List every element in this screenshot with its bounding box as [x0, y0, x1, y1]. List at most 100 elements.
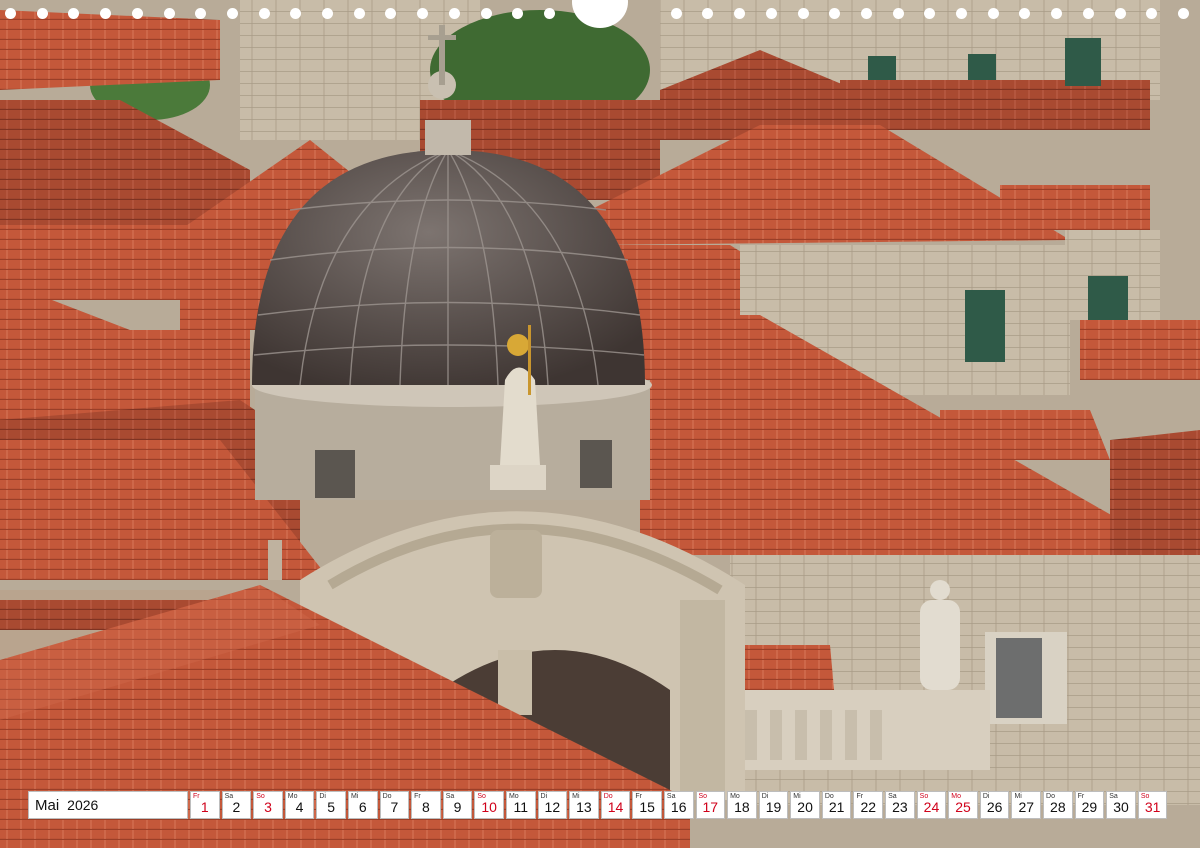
day-number: 6: [358, 799, 367, 815]
day-number: 10: [481, 799, 497, 815]
day-cell: Mi 27: [1011, 791, 1042, 819]
day-number: 4: [295, 799, 304, 815]
day-cell: So 17: [695, 791, 726, 819]
day-cell: Mi 6: [347, 791, 378, 819]
day-cell: Mo 11: [505, 791, 536, 819]
day-number: 20: [797, 799, 813, 815]
day-cell: Di 12: [537, 791, 568, 819]
day-number: 21: [828, 799, 845, 815]
day-list: Fr 1 Sa 2 So 3 Mo 4 Di 5 Mi 6 Do 7 Fr 8 Sa 9 So 10 Mo 11 Di 12 M…: [190, 791, 1169, 819]
day-number: 17: [702, 799, 719, 815]
binding-hole: [163, 8, 175, 19]
hanger-hole: [572, 0, 628, 28]
binding-hole: [765, 8, 777, 19]
binding-hole: [1082, 8, 1094, 19]
day-number: 8: [422, 799, 430, 815]
day-cell: So 3: [253, 791, 283, 819]
binding-hole: [734, 8, 746, 19]
binding-hole: [987, 8, 999, 19]
day-cell: Mi 13: [569, 791, 599, 819]
day-cell: Fr 8: [411, 791, 441, 819]
day-cell: Fr 1: [190, 791, 220, 819]
binding-hole: [480, 8, 492, 19]
binding-hole: [417, 8, 429, 19]
binding-hole: [512, 8, 524, 19]
day-cell: Do 21: [821, 791, 852, 819]
day-number: 31: [1144, 799, 1161, 815]
day-number: 2: [232, 799, 241, 815]
binding-hole: [1114, 8, 1126, 19]
day-number: 9: [453, 799, 462, 815]
day-number: 27: [1018, 799, 1035, 815]
binding-hole: [1019, 8, 1031, 19]
day-cell: Mo 18: [727, 791, 757, 819]
day-cell: So 24: [916, 791, 947, 819]
day-cell: Sa 16: [663, 791, 694, 819]
day-number: 29: [1081, 799, 1098, 815]
binding-hole: [448, 8, 460, 19]
day-cell: Sa 30: [1106, 791, 1136, 819]
calendar-strip: Mai 2026 Fr 1 Sa 2 So 3 Mo 4 Di 5 Mi 6 Do 7 Fr 8 Sa 9 So 10…: [28, 791, 1172, 819]
binding-hole: [385, 8, 397, 19]
binding-hole: [5, 8, 16, 19]
day-number: 11: [513, 799, 528, 815]
day-number: 18: [734, 799, 750, 815]
day-number: 25: [955, 799, 971, 815]
day-number: 13: [576, 799, 592, 815]
day-cell: Do 7: [379, 791, 410, 819]
binding-hole: [860, 8, 872, 19]
binding-hole: [543, 8, 555, 19]
binding-hole: [1051, 8, 1063, 19]
wire-binding: [0, 0, 1200, 30]
day-cell: So 10: [474, 791, 504, 819]
binding-hole: [797, 8, 809, 19]
day-cell: Fr 22: [853, 791, 884, 819]
day-number: 12: [544, 799, 561, 815]
binding-hole: [924, 8, 936, 19]
day-number: 3: [264, 799, 272, 815]
binding-hole: [702, 8, 714, 19]
month-name: Mai: [35, 796, 60, 814]
day-cell: Fr 15: [632, 791, 662, 819]
day-number: 24: [923, 799, 940, 815]
day-cell: Mo 4: [284, 791, 315, 819]
day-number: 28: [1050, 799, 1066, 815]
binding-hole: [322, 8, 333, 19]
day-cell: Di 26: [979, 791, 1010, 819]
day-cell: Do 14: [600, 791, 631, 819]
binding-hole: [100, 8, 112, 19]
day-number: 22: [860, 799, 877, 815]
day-number: 23: [892, 799, 908, 815]
binding-hole: [829, 8, 841, 19]
month-year: 2026: [67, 797, 99, 813]
binding-hole: [226, 8, 238, 19]
binding-hole: [1177, 8, 1189, 19]
day-cell: Sa 23: [885, 791, 915, 819]
day-number: 16: [670, 799, 687, 815]
binding-hole: [195, 8, 207, 19]
day-cell: Di 5: [316, 791, 346, 819]
calendar-photo: [0, 0, 1200, 848]
day-number: 15: [639, 799, 655, 815]
binding-hole: [36, 8, 48, 19]
day-cell: Do 28: [1043, 791, 1073, 819]
day-number: 1: [200, 799, 209, 815]
binding-hole: [68, 8, 80, 19]
day-number: 7: [390, 799, 399, 815]
binding-hole: [131, 8, 143, 19]
day-cell: Di 19: [758, 791, 789, 819]
binding-hole: [290, 8, 302, 19]
binding-hole: [892, 8, 904, 19]
day-cell: Mi 20: [790, 791, 820, 819]
binding-hole: [670, 8, 682, 19]
month-label: Mai 2026: [28, 791, 188, 819]
day-number: 5: [327, 799, 336, 815]
binding-hole: [258, 8, 270, 19]
day-cell: Sa 2: [221, 791, 252, 819]
day-cell: Sa 9: [442, 791, 473, 819]
binding-hole: [353, 8, 365, 19]
binding-hole: [1146, 8, 1158, 19]
day-cell: So 31: [1137, 791, 1168, 819]
day-number: 19: [765, 799, 782, 815]
day-number: 14: [607, 799, 624, 815]
